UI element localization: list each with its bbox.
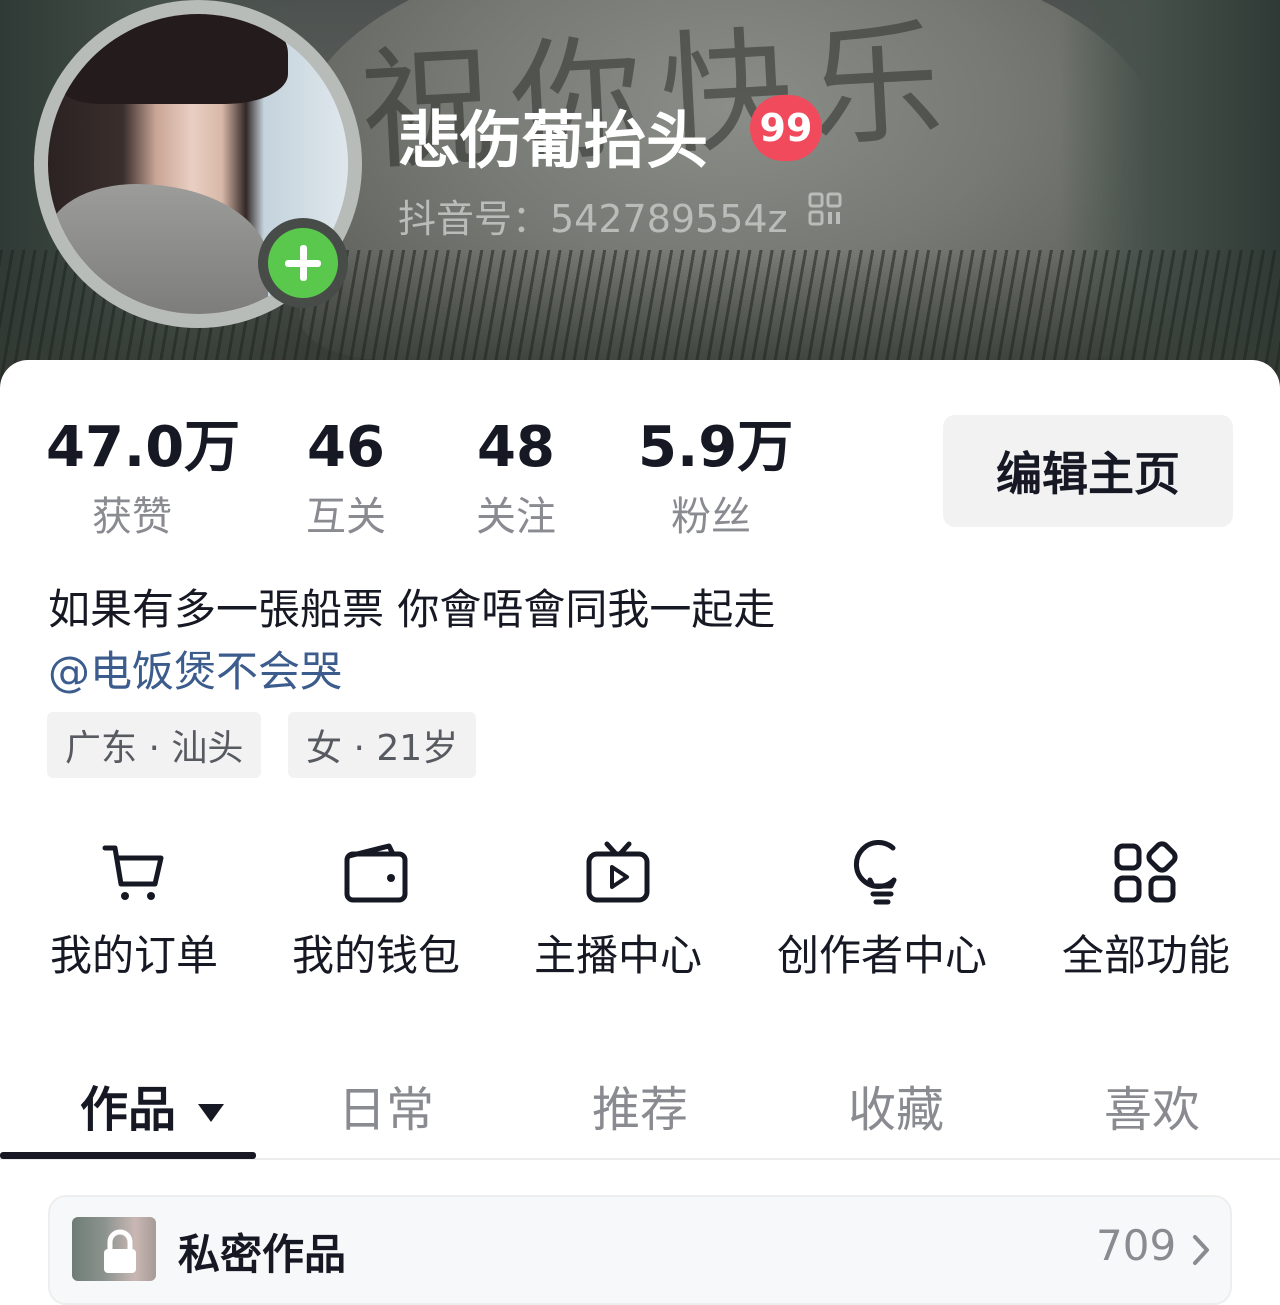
caret-down-icon	[198, 1104, 225, 1122]
chevron-right-icon	[1193, 1235, 1209, 1265]
stat-mutual-value: 46	[307, 415, 385, 480]
my-orders-label: 我的订单	[49, 931, 218, 980]
tv-icon	[586, 841, 650, 903]
grid-icon	[1114, 841, 1178, 903]
streamer-center-label: 主播中心	[533, 931, 702, 980]
bio-text: 如果有多一張船票 你會唔會同我一起走	[48, 585, 776, 634]
tab-works-label: 作品	[80, 1082, 177, 1138]
lightbulb-icon	[853, 840, 897, 905]
stat-following-value: 48	[477, 415, 555, 480]
cart-icon	[102, 845, 164, 900]
stat-likes-label: 获赞	[92, 494, 172, 540]
plus-icon	[268, 228, 338, 298]
qr-code-icon[interactable]	[808, 192, 842, 226]
stat-likes-value: 47.0万	[46, 415, 241, 480]
private-works-label: 私密作品	[178, 1230, 347, 1279]
creator-center-button[interactable]: 创作者中心	[772, 840, 992, 983]
tab-favorites[interactable]: 收藏	[848, 1070, 944, 1140]
message-badge[interactable]: 99	[750, 95, 822, 161]
lock-icon	[104, 1229, 136, 1273]
streamer-center-button[interactable]: 主播中心	[530, 840, 706, 983]
stat-mutual[interactable]: 46 互关	[296, 415, 396, 547]
creator-center-label: 创作者中心	[776, 931, 987, 980]
bio-mention-link[interactable]: @电饭煲不会哭	[48, 638, 342, 699]
stat-followers[interactable]: 5.9万 粉丝	[638, 415, 794, 547]
douyin-id: 抖音号：542789554z	[398, 197, 788, 241]
wallet-icon	[344, 843, 408, 903]
tab-works[interactable]: 作品	[80, 1070, 225, 1140]
tab-likes[interactable]: 喜欢	[1104, 1070, 1200, 1140]
stat-following-label: 关注	[476, 494, 556, 540]
stat-mutual-label: 互关	[306, 494, 386, 540]
tab-recommend[interactable]: 推荐	[592, 1070, 688, 1140]
all-functions-label: 全部功能	[1061, 931, 1230, 980]
stat-followers-value: 5.9万	[638, 415, 794, 480]
add-avatar-button[interactable]	[258, 218, 348, 308]
avatar-scarf	[48, 184, 268, 314]
private-works-row[interactable]: 私密作品 709	[48, 1195, 1232, 1305]
edit-profile-button[interactable]: 编辑主页	[943, 415, 1233, 527]
my-wallet-label: 我的钱包	[291, 931, 460, 980]
active-tab-indicator	[0, 1152, 256, 1159]
my-wallet-button[interactable]: 我的钱包	[288, 840, 464, 983]
my-orders-button[interactable]: 我的订单	[46, 840, 222, 983]
stat-likes[interactable]: 47.0万 获赞	[46, 415, 241, 547]
avatar-hair	[58, 14, 288, 104]
location-tag[interactable]: 广东 · 汕头	[47, 712, 262, 778]
nickname: 悲伤葡抬头	[398, 104, 709, 177]
gender-age-tag[interactable]: 女 · 21岁	[288, 712, 477, 778]
stat-following[interactable]: 48 关注	[466, 415, 566, 547]
tab-daily[interactable]: 日常	[338, 1070, 434, 1140]
private-works-count: 709	[1096, 1221, 1177, 1270]
all-functions-button[interactable]: 全部功能	[1058, 840, 1234, 983]
stat-followers-label: 粉丝	[671, 494, 751, 540]
